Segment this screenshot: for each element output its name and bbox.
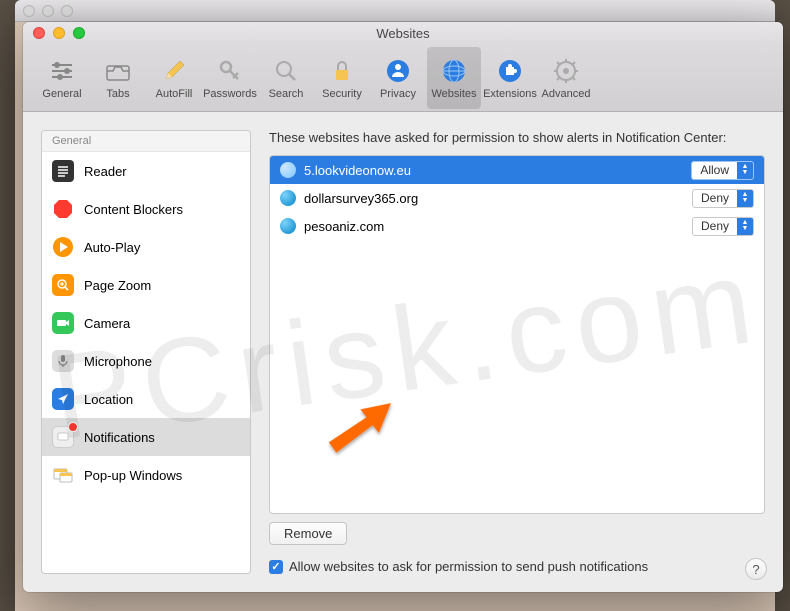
- chevron-updown-icon: ▲▼: [737, 162, 753, 179]
- sidebar-item-label: Auto-Play: [84, 240, 140, 255]
- sidebar-item-page-zoom[interactable]: Page Zoom: [42, 266, 250, 304]
- toolbar-label: Tabs: [106, 88, 129, 100]
- website-row[interactable]: dollarsurvey365.org Deny▲▼: [270, 184, 764, 212]
- toolbar-label: Search: [269, 88, 304, 100]
- gear-icon: [551, 56, 581, 86]
- sidebar-item-label: Microphone: [84, 354, 152, 369]
- close-button[interactable]: [33, 27, 45, 39]
- website-row[interactable]: pesoaniz.com Deny▲▼: [270, 212, 764, 240]
- toolbar-tab-websites[interactable]: Websites: [427, 47, 481, 109]
- toolbar-tab-extensions[interactable]: Extensions: [483, 47, 537, 109]
- sidebar-item-label: Location: [84, 392, 133, 407]
- minimize-button[interactable]: [53, 27, 65, 39]
- sidebar-item-label: Camera: [84, 316, 130, 331]
- sidebar-item-label: Notifications: [84, 430, 155, 445]
- sidebar-item-content-blockers[interactable]: Content Blockers: [42, 190, 250, 228]
- allow-ask-checkbox[interactable]: ✓: [269, 560, 283, 574]
- window-title: Websites: [23, 26, 783, 41]
- toolbar-label: AutoFill: [156, 88, 193, 100]
- toolbar-label: Advanced: [542, 88, 591, 100]
- websites-list: 5.lookvideonow.eu Allow▲▼ dollarsurvey36…: [269, 155, 765, 514]
- sidebar-item-location[interactable]: Location: [42, 380, 250, 418]
- sidebar-item-label: Page Zoom: [84, 278, 151, 293]
- sidebar-item-notifications[interactable]: Notifications: [42, 418, 250, 456]
- permission-select[interactable]: Deny▲▼: [692, 217, 754, 236]
- popup-icon: [52, 464, 74, 486]
- content-area: General Reader Content Blockers Auto-Pla…: [23, 112, 783, 592]
- permission-select[interactable]: Allow▲▼: [691, 161, 754, 180]
- allow-ask-row: ✓ Allow websites to ask for permission t…: [269, 559, 765, 574]
- toolbar-label: Websites: [431, 88, 476, 100]
- website-domain: dollarsurvey365.org: [304, 191, 684, 206]
- chevron-updown-icon: ▲▼: [737, 218, 753, 235]
- toolbar-tab-search[interactable]: Search: [259, 47, 313, 109]
- sidebar-item-label: Content Blockers: [84, 202, 183, 217]
- toolbar-label: Extensions: [483, 88, 537, 100]
- sidebar-item-popup-windows[interactable]: Pop-up Windows: [42, 456, 250, 494]
- website-domain: pesoaniz.com: [304, 219, 684, 234]
- toolbar-label: General: [42, 88, 81, 100]
- sidebar-item-camera[interactable]: Camera: [42, 304, 250, 342]
- button-row: Remove: [269, 522, 765, 545]
- chevron-updown-icon: ▲▼: [737, 190, 753, 207]
- help-button[interactable]: ?: [745, 558, 767, 580]
- reader-icon: [52, 160, 74, 182]
- traffic-lights: [23, 27, 85, 39]
- pencil-icon: [159, 56, 189, 86]
- stop-icon: [52, 198, 74, 220]
- search-icon: [271, 56, 301, 86]
- sidebar: General Reader Content Blockers Auto-Pla…: [41, 130, 251, 574]
- sidebar-item-label: Reader: [84, 164, 127, 179]
- background-titlebar: [15, 0, 775, 22]
- zoom-button[interactable]: [73, 27, 85, 39]
- camera-icon: [52, 312, 74, 334]
- preferences-window: Websites General Tabs AutoFill Passwords…: [23, 22, 783, 592]
- tabs-icon: [103, 56, 133, 86]
- main-heading: These websites have asked for permission…: [269, 130, 765, 145]
- toolbar-tab-privacy[interactable]: Privacy: [371, 47, 425, 109]
- toolbar-tab-general[interactable]: General: [35, 47, 89, 109]
- remove-button[interactable]: Remove: [269, 522, 347, 545]
- sidebar-header: General: [42, 131, 250, 152]
- notification-badge: [68, 422, 78, 432]
- globe-icon: [280, 190, 296, 206]
- sidebar-item-label: Pop-up Windows: [84, 468, 182, 483]
- website-row[interactable]: 5.lookvideonow.eu Allow▲▼: [270, 156, 764, 184]
- main-panel: These websites have asked for permission…: [269, 130, 765, 574]
- toolbar-tab-tabs[interactable]: Tabs: [91, 47, 145, 109]
- extensions-icon: [495, 56, 525, 86]
- bg-dot: [61, 5, 73, 17]
- globe-icon: [280, 218, 296, 234]
- privacy-icon: [383, 56, 413, 86]
- globe-icon: [280, 162, 296, 178]
- sidebar-item-auto-play[interactable]: Auto-Play: [42, 228, 250, 266]
- toolbar-label: Security: [322, 88, 362, 100]
- permission-select[interactable]: Deny▲▼: [692, 189, 754, 208]
- toolbar-label: Passwords: [203, 88, 257, 100]
- toolbar-tab-autofill[interactable]: AutoFill: [147, 47, 201, 109]
- titlebar: Websites: [23, 22, 783, 44]
- toolbar-label: Privacy: [380, 88, 416, 100]
- toolbar-tab-security[interactable]: Security: [315, 47, 369, 109]
- play-icon: [52, 236, 74, 258]
- gear-slider-icon: [47, 56, 77, 86]
- key-icon: [215, 56, 245, 86]
- globe-icon: [439, 56, 469, 86]
- sidebar-item-reader[interactable]: Reader: [42, 152, 250, 190]
- microphone-icon: [52, 350, 74, 372]
- bg-dot: [42, 5, 54, 17]
- zoom-icon: [52, 274, 74, 296]
- sidebar-item-microphone[interactable]: Microphone: [42, 342, 250, 380]
- toolbar-tab-advanced[interactable]: Advanced: [539, 47, 593, 109]
- toolbar: General Tabs AutoFill Passwords Search S…: [23, 44, 783, 112]
- allow-ask-label: Allow websites to ask for permission to …: [289, 559, 648, 574]
- location-icon: [52, 388, 74, 410]
- toolbar-tab-passwords[interactable]: Passwords: [203, 47, 257, 109]
- website-domain: 5.lookvideonow.eu: [304, 163, 683, 178]
- lock-icon: [327, 56, 357, 86]
- bg-dot: [23, 5, 35, 17]
